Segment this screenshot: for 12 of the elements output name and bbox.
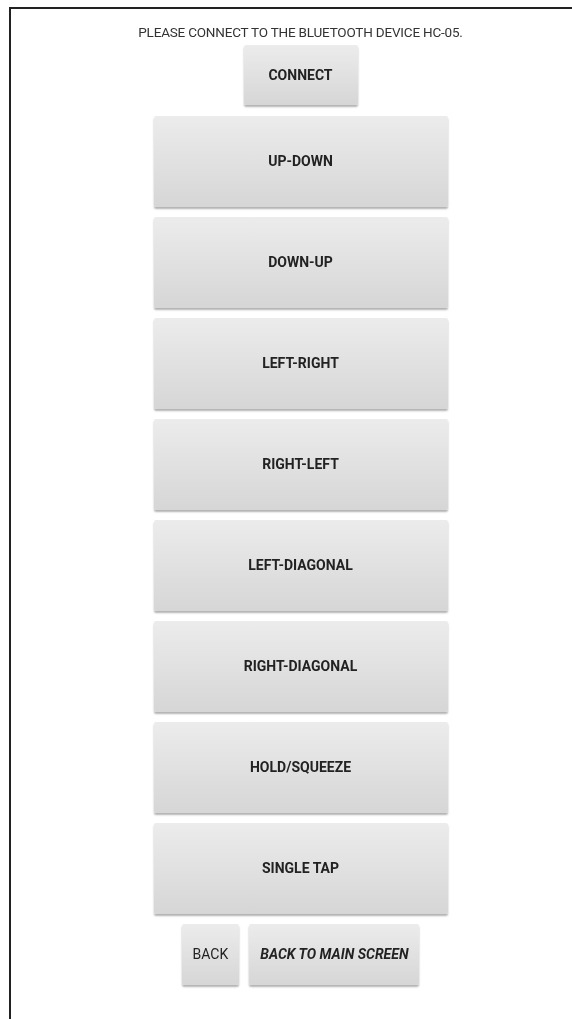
- gesture-button[interactable]: LEFT-DIAGONAL: [153, 520, 448, 611]
- gesture-button[interactable]: RIGHT-LEFT: [153, 419, 448, 510]
- gesture-button[interactable]: UP-DOWN: [153, 116, 448, 207]
- gesture-button[interactable]: DOWN-UP: [153, 217, 448, 308]
- instruction-text: PLEASE CONNECT TO THE BLUETOOTH DEVICE HC-05.: [138, 23, 463, 41]
- gesture-button[interactable]: LEFT-RIGHT: [153, 318, 448, 409]
- gesture-button[interactable]: RIGHT-DIAGONAL: [153, 621, 448, 712]
- connect-button[interactable]: CONNECT: [243, 45, 358, 105]
- gesture-button[interactable]: SINGLE TAP: [153, 823, 448, 914]
- back-button[interactable]: BACK: [181, 924, 240, 985]
- main-screen-button[interactable]: BACK TO MAIN SCREEN: [249, 924, 420, 985]
- gesture-button[interactable]: HOLD/SQUEEZE: [153, 722, 448, 813]
